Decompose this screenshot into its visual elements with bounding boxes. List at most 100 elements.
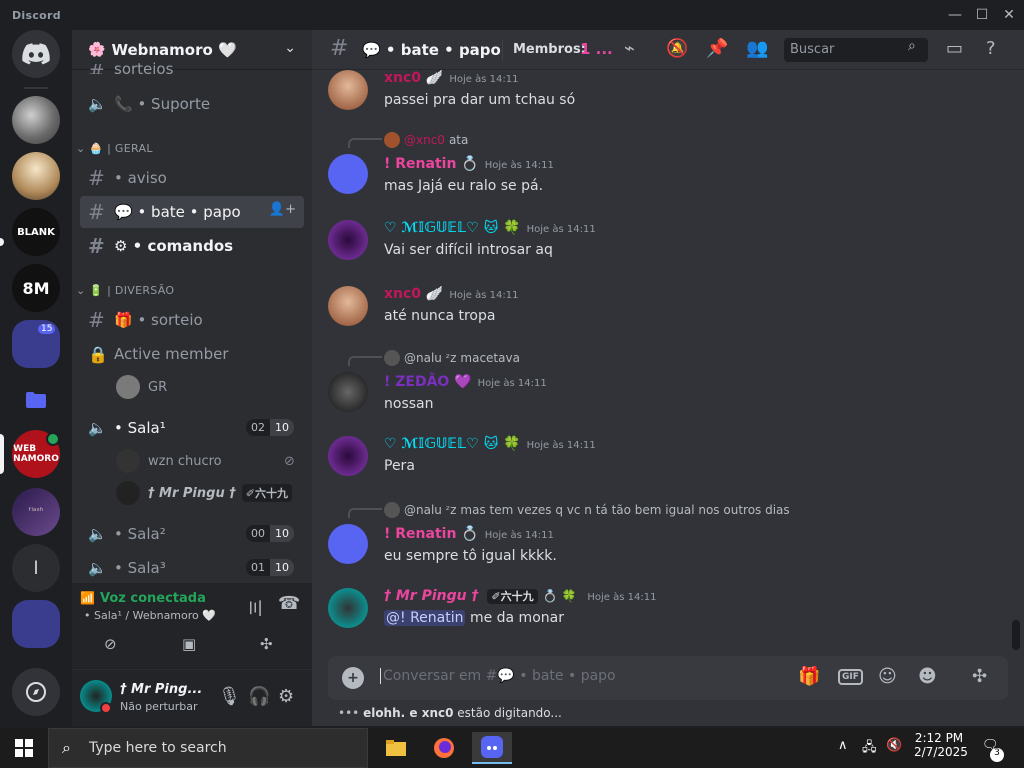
message-author[interactable]: ♡ ℳ𝕀𝔾𝕌𝔼𝕃♡ 🐱 🍀 Hoje às 14:11 [384,220,596,236]
server-icon-8m[interactable]: 8M [12,264,60,312]
apps-icon[interactable]: ✣ [972,666,987,687]
server-icon-anime[interactable] [12,152,60,200]
search-input[interactable]: Buscar [784,38,928,62]
clock[interactable]: 2:12 PM 2/7/2025 [914,731,968,759]
microphone-icon[interactable]: 🎙 [218,686,241,707]
avatar[interactable] [328,70,368,110]
chat-area: # 💬 • bate • papo Membros: 1 ... ⌁ 🔕 📌 👥… [312,30,1024,726]
add-member-icon[interactable]: 👤+ [269,202,296,217]
user-mention[interactable]: @! Renatin [384,610,466,626]
headphones-icon[interactable]: 🎧 [248,686,270,707]
channel-sorteio[interactable]: # 🎁 • sorteio [80,304,304,336]
message-text: @! Renatin me da monar [384,610,564,626]
members-value[interactable]: 1 ... [580,40,613,58]
avatar[interactable] [328,372,368,412]
category-diversao[interactable]: ⌄ 🔋 | DIVERSÃO [76,284,174,297]
message-input[interactable]: Conversar em #💬 • bate • papo [380,668,616,684]
message-author[interactable]: ♡ ℳ𝕀𝔾𝕌𝔼𝕃♡ 🐱 🍀 Hoje às 14:11 [384,436,596,452]
server-list: BLANK 8M 15 WEB NAMORO ᶠˡᵃˢʰ l [0,30,72,726]
discord-taskbar-icon[interactable] [472,732,512,764]
settings-gear-icon[interactable]: ⚙ [278,686,294,707]
message-text: até nunca tropa [384,308,496,324]
voice-user[interactable]: † Mr Pingu † ✐六十九 [116,481,292,505]
folder-icon[interactable] [12,376,60,424]
close-button[interactable]: ✕ [994,4,1024,26]
avatar[interactable] [328,220,368,260]
maximize-button[interactable]: ☐ [967,4,997,26]
minimize-button[interactable]: — [940,4,970,26]
pin-icon[interactable]: 📌 [706,38,728,59]
channel-label: ⚙ • comandos [114,237,234,255]
volume-muted-icon[interactable]: 🔇 [886,738,902,753]
notification-off-icon[interactable]: 🔕 [666,38,688,59]
taskbar-search[interactable]: Type here to search [48,728,368,768]
message-author[interactable]: xnc0 🪽 Hoje às 14:11 [384,286,518,302]
message-author[interactable]: xnc0 🪽 Hoje às 14:11 [384,70,518,86]
channel-sala2[interactable]: 🔈 • Sala² 00 10 [80,518,304,550]
channel-comandos[interactable]: # ⚙ • comandos [80,230,304,262]
chevron-up-icon[interactable]: ∧ [838,738,848,753]
app-title: Discord [12,9,61,22]
channel-label: 🎁 • sorteio [114,311,203,329]
channel-suporte[interactable]: 🔈 📞 • Suporte [80,88,304,120]
message-author[interactable]: ! Renatin 💍 Hoje às 14:11 [384,156,554,172]
voice-user[interactable]: wzn chucro ⊘ [116,449,295,473]
hash-icon: # [330,36,349,61]
server-icon-l[interactable]: l [12,544,60,592]
user-status: Não perturbar [120,700,198,713]
help-icon[interactable]: ? [986,38,996,59]
channel-active-member[interactable]: 🔒 Active member [80,338,304,370]
server-folder[interactable]: 15 [12,320,60,368]
server-folder-2[interactable] [12,600,60,648]
voice-status[interactable]: Voz conectada [100,591,206,606]
avatar[interactable] [328,154,368,194]
disconnect-icon[interactable]: ☎ [278,593,300,614]
reply-preview[interactable]: @nalu ᶻz macetava [384,350,520,366]
server-icon-blank[interactable]: BLANK [12,208,60,256]
emoji-icon[interactable]: ☻ [918,666,937,687]
network-icon[interactable]: 🖧 [862,738,877,760]
server-tag: ✐六十九 [487,589,538,604]
camera-off-icon[interactable]: ⊘ [104,635,117,653]
category-geral[interactable]: ⌄ 🧁 | GERAL [76,142,153,155]
scrollbar[interactable] [1012,620,1020,650]
sticker-icon[interactable]: ☺ [878,666,897,687]
username[interactable]: † Mr Ping... [120,682,202,697]
divider [502,40,503,60]
file-explorer-icon[interactable] [376,732,416,764]
message-author[interactable]: ! Renatin 💍 Hoje às 14:11 [384,526,554,542]
reply-preview[interactable]: @xnc0 ata [384,132,468,148]
voice-user[interactable]: GR [116,375,167,399]
hash-icon: # [88,60,105,74]
server-icon-cat[interactable] [12,96,60,144]
activities-icon[interactable]: ✣ [260,635,273,653]
channel-partial[interactable]: # sorteios [80,54,304,74]
firefox-icon[interactable] [424,732,464,764]
windows-start-icon[interactable] [4,732,44,764]
discover-button[interactable] [12,668,60,716]
member-list-icon[interactable]: 👥 [746,38,768,59]
gift-icon[interactable]: 🎁 [798,666,820,687]
channel-sala1[interactable]: 🔈 • Sala¹ 02 10 [80,412,304,444]
channel-aviso[interactable]: # • aviso [80,162,304,194]
message-author[interactable]: ! ZEDÃO 💜 Hoje às 14:11 [384,374,547,390]
avatar [116,481,140,505]
avatar[interactable] [328,524,368,564]
add-attachment-icon[interactable]: + [342,667,364,689]
reply-preview[interactable]: @nalu ᶻz mas tem vezes q vc n tá tão bem … [384,502,790,518]
voice-location[interactable]: • Sala¹ / Webnamoro 🤍 [84,609,216,622]
noise-suppression-icon[interactable]: 〣 [246,595,264,621]
direct-messages-button[interactable] [12,30,60,78]
server-icon-purple[interactable]: ᶠˡᵃˢʰ [12,488,60,536]
gif-button[interactable]: GIF [838,669,863,685]
hash-icon: # [88,234,105,258]
channel-sala3[interactable]: 🔈 • Sala³ 01 10 [80,552,304,584]
screen-share-icon[interactable]: ▣ [182,635,196,653]
avatar[interactable] [328,286,368,326]
inbox-icon[interactable]: ▭ [946,38,963,59]
message-author[interactable]: † Mr Pingu † ✐六十九 💍 🍀 Hoje às 14:11 [384,588,656,604]
avatar[interactable] [328,588,368,628]
channel-bate-papo[interactable]: # 💬 • bate • papo 👤+ [80,196,304,228]
avatar[interactable] [328,436,368,476]
threads-icon[interactable]: ⌁ [624,38,635,59]
